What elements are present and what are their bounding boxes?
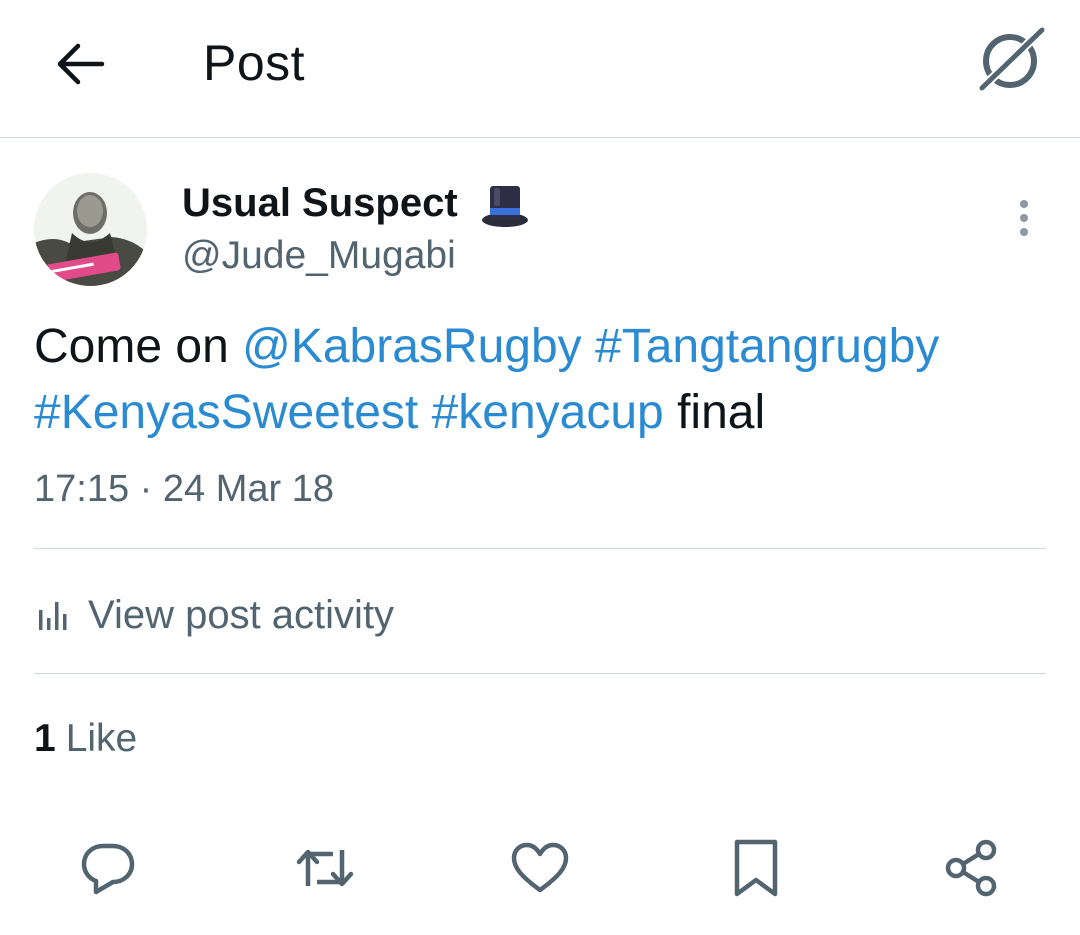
bookmark-button[interactable] [724,836,788,900]
post-text-segment: Come on [34,320,243,373]
mention-link[interactable]: @KabrasRugby [242,320,582,373]
hashtag-link[interactable]: #Tangtangrugby [595,320,939,373]
more-vertical-icon [1020,200,1028,236]
author-name[interactable]: Usual Suspect [182,181,458,226]
repost-button[interactable] [293,836,357,900]
avatar-image [34,173,147,286]
grok-icon [977,25,1047,93]
divider [34,548,1046,549]
like-button[interactable] [508,836,572,900]
likes-summary[interactable]: 1 Like [34,717,137,761]
post-timestamp[interactable]: 17:15 · 24 Mar 18 [34,468,334,511]
divider [34,673,1046,674]
reply-icon [81,843,135,895]
post-detail-screen: Post Usual Suspect @Jude_Mugabi Come on … [0,0,1080,935]
hashtag-link[interactable]: #KenyasSweetest [34,386,418,439]
post-text: Come on @KabrasRugby #Tangtangrugby #Keny… [34,314,1044,446]
top-hat-emoji-icon [482,186,528,227]
post-text-segment [582,320,595,373]
page-title: Post [203,35,306,91]
bookmark-icon [734,839,778,897]
view-post-activity-label: View post activity [88,592,395,637]
likes-count: 1 [34,717,56,760]
more-options-button[interactable] [1004,196,1044,240]
post-text-segment: final [663,386,766,439]
top-bar: Post [0,0,1080,138]
repost-icon [296,849,354,887]
arrow-left-icon [57,43,105,85]
author-handle[interactable]: @Jude_Mugabi [182,234,456,278]
avatar[interactable] [34,173,147,286]
view-post-activity-button[interactable]: View post activity [34,590,394,640]
share-button[interactable] [940,836,1004,900]
hashtag-link[interactable]: #kenyacup [432,386,664,439]
grok-button[interactable] [976,25,1048,94]
likes-label: Like [65,717,138,760]
post-text-segment [418,386,431,439]
bar-chart-icon [39,602,67,630]
reply-button[interactable] [76,836,140,900]
share-icon [945,839,997,897]
back-button[interactable] [48,34,108,94]
heart-icon [511,842,569,893]
